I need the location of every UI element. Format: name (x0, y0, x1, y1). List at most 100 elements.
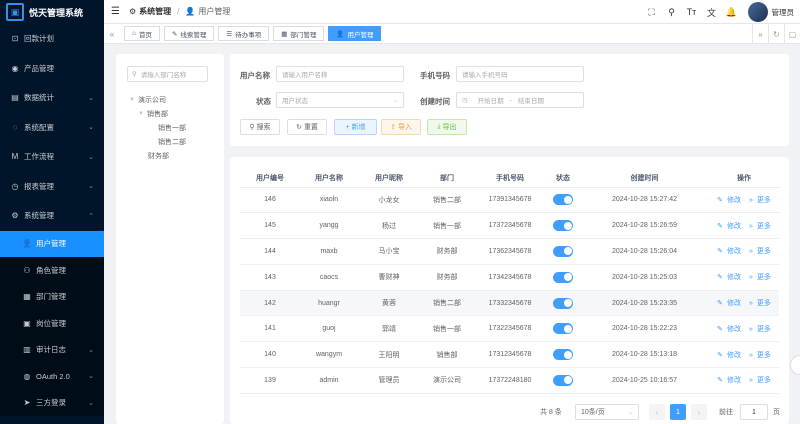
table-row[interactable]: 140 wangym 王阳明 销售部 17312345678 2024-10-28 15:… (240, 341, 779, 369)
table-row[interactable]: 144 maxb 马小宝 财务部 17362345678 2024-10-28 15:26… (240, 238, 779, 265)
page-size-select[interactable]: 10条/页 ⌄ (575, 404, 639, 420)
translate-icon[interactable]: 文 (702, 6, 722, 19)
sidebar-item[interactable]: ◉ 产品管理 (0, 54, 104, 84)
more-button[interactable]: » 更多 (747, 377, 773, 384)
username[interactable]: 管理员 (772, 7, 795, 18)
hamburger-icon[interactable]: ☰ (111, 6, 123, 17)
chevron-down-icon: ⌄ (88, 346, 94, 354)
cell-mobile: 17332345678 (474, 290, 546, 317)
tab-tag[interactable]: ⌂ 首页 (124, 26, 160, 41)
sidebar-subitem[interactable]: ◍ OAuth 2.0 ⌄ (0, 363, 104, 390)
more-label: 更多 (756, 325, 771, 333)
edit-button[interactable]: ✎ 修改 (715, 248, 743, 255)
status-toggle[interactable] (553, 220, 573, 232)
edit-label: 修改 (726, 248, 741, 256)
edit-button[interactable]: ✎ 修改 (715, 352, 743, 359)
refresh-icon[interactable]: ↻ (768, 24, 784, 44)
sidebar-subitem[interactable]: ▥ 审计日志 ⌄ (0, 336, 104, 363)
table-row[interactable]: 139 admin 管理员 演示公司 17372248180 2024-10-25 10:… (240, 367, 779, 394)
prev-page-button[interactable]: ‹ (649, 404, 665, 420)
edit-label: 修改 (726, 196, 741, 204)
edit-button[interactable]: ✎ 修改 (715, 300, 743, 307)
table-row[interactable]: 142 huangr 黄蓉 销售二部 17332345678 2024-10-28 15:… (240, 290, 779, 317)
status-toggle[interactable] (553, 245, 573, 257)
more-button[interactable]: » 更多 (747, 223, 773, 230)
avatar[interactable] (747, 2, 768, 22)
more-button[interactable]: » 更多 (747, 274, 773, 281)
breadcrumb-item[interactable]: 系统管理 (139, 6, 171, 17)
tag-icon: ▦ (281, 30, 288, 38)
table-row[interactable]: 146 xiaoln 小龙女 销售二部 17391345678 2024-10-28 15… (240, 187, 779, 214)
cell-username: caocs (300, 264, 358, 291)
table-row[interactable]: 141 guoj 郭靖 销售一部 17322345678 2024-10-28 15:22… (240, 315, 779, 343)
cell-create-time: 2024-10-28 15:13:18 (580, 341, 709, 369)
status-toggle[interactable] (553, 349, 573, 361)
search-button[interactable]: ⚲ 搜索 (240, 119, 280, 135)
status-select[interactable]: 用户状态 ⌄ (276, 92, 404, 108)
sidebar-item[interactable]: ◌ 系统配置 ⌄ (0, 113, 104, 143)
bell-icon[interactable]: 🔔 (722, 7, 742, 18)
edit-button[interactable]: ✎ 修改 (715, 326, 743, 333)
sidebar-subitem[interactable]: 👤 用户管理 (0, 230, 104, 257)
product-icon: ◉ (11, 63, 19, 73)
status-toggle[interactable] (553, 374, 573, 386)
more-button[interactable]: » 更多 (747, 326, 773, 333)
reset-button[interactable]: ↻ 重置 (287, 119, 327, 135)
cell-mobile: 17322345678 (474, 315, 546, 343)
sidebar-item[interactable]: ▤ 数据统计 ⌄ (0, 83, 104, 113)
fullscreen-icon[interactable]: ⛶ (642, 7, 662, 18)
more-button[interactable]: » 更多 (747, 248, 773, 255)
search-icon[interactable]: ⚲ (662, 7, 682, 18)
edit-button[interactable]: ✎ 修改 (715, 197, 743, 204)
more-button[interactable]: » 更多 (747, 197, 773, 204)
chart-icon: ▤ (11, 93, 19, 103)
edit-button[interactable]: ✎ 修改 (715, 377, 743, 384)
export-button[interactable]: ⤓ 导出 (427, 119, 467, 135)
tab-tag[interactable]: 👤 用户管理 (328, 26, 382, 41)
font-size-icon[interactable]: Tт (682, 7, 702, 17)
double-chevron-right-icon: » (748, 325, 753, 333)
date-range-picker[interactable]: ◷ 开始日期 - 结束日期 (456, 92, 584, 108)
more-label: 更多 (756, 222, 771, 230)
tab-tag[interactable]: ▦ 部门管理 (273, 26, 325, 41)
sidebar-item[interactable]: ◷ 报表管理 ⌄ (0, 172, 104, 202)
status-toggle[interactable] (553, 194, 573, 206)
import-button[interactable]: ⇪ 导入 (381, 119, 421, 135)
close-icon[interactable]: ▢ (784, 24, 800, 44)
sidebar-subitem[interactable]: ▦ 部门管理 (0, 283, 104, 310)
username-input[interactable]: 请输入用户名称 (276, 66, 404, 82)
double-chevron-right-icon: » (748, 248, 753, 256)
more-button[interactable]: » 更多 (747, 300, 773, 307)
edit-button[interactable]: ✎ 修改 (715, 223, 743, 230)
tree-node[interactable]: 销售二部 (158, 137, 186, 147)
tree-node[interactable]: ▼ 演示公司 (129, 95, 166, 105)
sidebar-item[interactable]: ⊡ 回款计划 (0, 24, 104, 54)
status-toggle[interactable] (553, 271, 573, 283)
goto-page-input[interactable]: 1 (740, 404, 768, 420)
sidebar-subitem[interactable]: ⚇ 角色管理 (0, 257, 104, 284)
sidebar-item[interactable]: ⚙ 系统管理 ⌃ (0, 201, 104, 231)
tree-node[interactable]: 财务部 (148, 151, 169, 161)
sidebar-subitem[interactable]: ➤ 三方登录 ⌄ (0, 389, 104, 416)
dept-search-input[interactable]: ⚲ 请输入部门名称 (127, 66, 208, 82)
next-page-button[interactable]: › (691, 404, 707, 420)
tags-scroll-left-icon[interactable]: « (104, 29, 120, 39)
sidebar-subitem[interactable]: ▣ 岗位管理 (0, 310, 104, 337)
tags-scroll-right-icon[interactable]: » (752, 24, 768, 44)
table-row[interactable]: 143 caocs 曹财神 财务部 17342345678 2024-10-28 15:2… (240, 264, 779, 291)
tree-node[interactable]: ▼ 销售部 (138, 109, 168, 119)
status-toggle[interactable] (553, 323, 573, 335)
floating-help-button[interactable]: ◔ (790, 355, 800, 375)
page-number-button[interactable]: 1 (670, 404, 686, 420)
mobile-input[interactable]: 请输入手机号码 (456, 66, 584, 82)
more-button[interactable]: » 更多 (747, 352, 773, 359)
tree-node[interactable]: 销售一部 (158, 123, 186, 133)
table-row[interactable]: 145 yangg 杨过 销售一部 17372345678 2024-10-28 15:2… (240, 212, 779, 240)
add-button[interactable]: + 新增 (334, 119, 377, 135)
status-toggle[interactable] (553, 297, 573, 309)
cell-user-id: 139 (240, 367, 300, 394)
tab-tag[interactable]: ☰ 待办事项 (218, 26, 270, 41)
sidebar-item[interactable]: M 工作流程 ⌄ (0, 142, 104, 172)
tab-tag[interactable]: ✎ 线索管理 (163, 26, 215, 41)
edit-button[interactable]: ✎ 修改 (715, 274, 743, 281)
